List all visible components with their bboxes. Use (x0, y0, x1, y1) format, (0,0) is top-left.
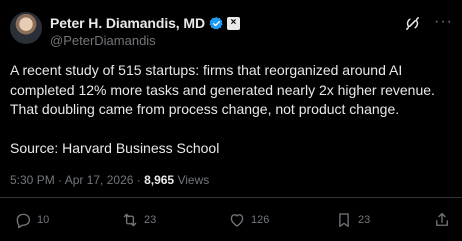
author-name[interactable]: Peter H. Diamandis, MD (50, 15, 205, 31)
post-meta: 5:30 PM · Apr 17, 2026 · 8,965 Views (10, 173, 209, 187)
reply-button[interactable]: 10 (14, 210, 49, 230)
share-button[interactable] (433, 210, 451, 230)
author-handle[interactable]: @PeterDiamandis (50, 33, 156, 48)
repost-icon (123, 213, 137, 227)
affiliate-badge[interactable]: × (226, 16, 240, 30)
more-icon[interactable]: ··· (434, 14, 453, 30)
bookmark-button[interactable]: 23 (335, 210, 370, 230)
author-row: Peter H. Diamandis, MD × (50, 15, 240, 31)
reply-icon (16, 213, 31, 229)
post-time[interactable]: 5:30 PM · Apr 17, 2026 · (10, 173, 144, 187)
repost-button[interactable]: 23 (121, 210, 156, 230)
action-bar: 10 23 126 23 (0, 210, 462, 230)
views-label: Views (174, 173, 210, 187)
verified-badge-icon (209, 16, 223, 29)
like-button[interactable]: 126 (228, 210, 269, 230)
divider (0, 197, 462, 198)
avatar[interactable] (10, 12, 42, 44)
like-count: 126 (251, 214, 270, 226)
bookmark-icon (339, 213, 349, 228)
post-text: A recent study of 515 startups: firms th… (10, 62, 435, 156)
like-icon (230, 214, 244, 227)
share-icon (436, 212, 448, 226)
repost-count: 23 (144, 214, 157, 226)
views-count: 8,965 (144, 173, 175, 187)
bookmark-count: 23 (358, 214, 371, 226)
grok-icon[interactable] (404, 15, 421, 32)
reply-count: 10 (37, 214, 50, 226)
